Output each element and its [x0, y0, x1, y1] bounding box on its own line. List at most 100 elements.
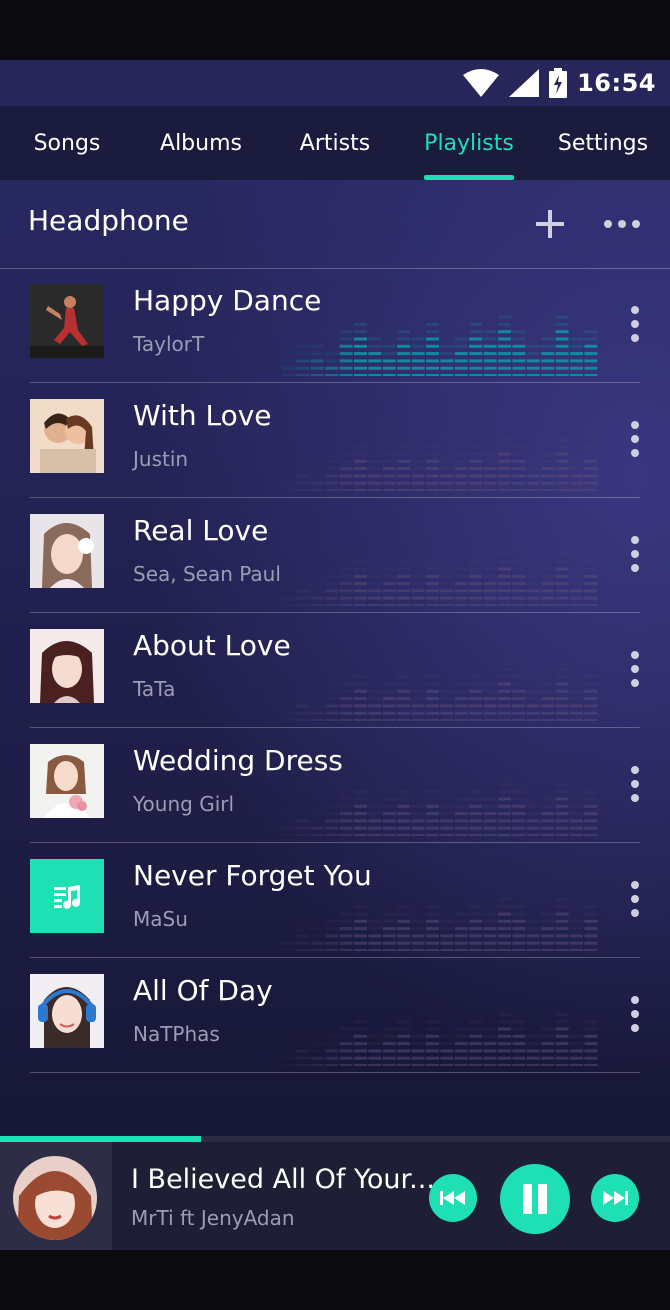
equalizer-bar: [426, 790, 439, 794]
equalizer-bar: [570, 374, 583, 376]
equalizer-bar: [541, 812, 555, 816]
album-art-bride: [30, 744, 104, 818]
more-vertical-icon[interactable]: [620, 304, 650, 344]
equalizer-bar: [426, 711, 439, 715]
song-row[interactable]: Wedding Dress Young Girl: [0, 728, 670, 843]
now-playing-avatar[interactable]: [13, 1156, 97, 1240]
equalizer-bar: [498, 1049, 511, 1053]
equalizer-bar: [325, 589, 339, 593]
equalizer-bar: [397, 560, 411, 564]
song-title: With Love: [133, 399, 272, 432]
equalizer-bar: [483, 711, 497, 715]
equalizer-bar: [382, 719, 396, 721]
equalizer-bar: [584, 366, 598, 370]
more-vertical-icon[interactable]: [620, 649, 650, 689]
equalizer-bar: [426, 949, 439, 951]
equalizer-bar: [310, 1056, 324, 1060]
equalizer-bar: [354, 919, 367, 923]
more-horizontal-icon[interactable]: [598, 212, 646, 236]
equalizer-bar: [426, 1049, 439, 1053]
equalizer-bar: [512, 927, 526, 931]
equalizer-bar: [541, 927, 555, 931]
equalizer-bar: [354, 1064, 367, 1066]
tab-settings[interactable]: Settings: [536, 106, 670, 180]
tab-playlists[interactable]: Playlists: [402, 106, 536, 180]
song-artist: Sea, Sean Paul: [133, 562, 281, 586]
plus-icon[interactable]: [532, 206, 568, 242]
tab-albums[interactable]: Albums: [134, 106, 268, 180]
equalizer-bar: [325, 689, 339, 693]
equalizer-bar: [469, 337, 483, 341]
equalizer-bar: [498, 834, 511, 836]
song-row[interactable]: With Love Justin: [0, 383, 670, 498]
equalizer-bar: [339, 574, 353, 578]
equalizer-bar: [498, 445, 511, 449]
equalizer-bar: [368, 719, 382, 721]
equalizer-bar: [354, 567, 367, 571]
equalizer-bar: [397, 1064, 411, 1066]
equalizer-bar: [440, 574, 454, 578]
equalizer-bar: [498, 711, 511, 715]
more-vertical-icon[interactable]: [620, 764, 650, 804]
equalizer-bar: [354, 797, 367, 801]
more-vertical-icon[interactable]: [620, 534, 650, 574]
song-row[interactable]: All Of Day NaTPhas: [0, 958, 670, 1073]
tab-songs[interactable]: Songs: [0, 106, 134, 180]
song-row[interactable]: Happy Dance TaylorT: [0, 268, 670, 383]
next-button[interactable]: [591, 1174, 639, 1222]
pause-icon: [523, 1184, 547, 1214]
equalizer-bar: [526, 459, 540, 463]
equalizer-bar: [354, 322, 367, 326]
equalizer-bar: [368, 934, 382, 938]
equalizer-bar: [541, 919, 555, 923]
equalizer-bar: [411, 366, 425, 370]
equalizer-bar: [555, 366, 569, 370]
equalizer-visual: [282, 315, 598, 376]
equalizer-bar: [310, 481, 324, 485]
equalizer-bar: [368, 366, 382, 370]
more-vertical-icon[interactable]: [620, 994, 650, 1034]
equalizer-bar: [296, 474, 310, 478]
tab-artists[interactable]: Artists: [268, 106, 402, 180]
equalizer-bar: [411, 919, 425, 923]
equalizer-bar: [469, 697, 483, 701]
now-playing-bar[interactable]: I Believed All Of Your... MrTi ft JenyAd…: [0, 1136, 670, 1250]
equalizer-bar: [440, 366, 454, 370]
equalizer-bar: [382, 1042, 396, 1046]
tab-settings-label: Settings: [557, 130, 649, 156]
song-row[interactable]: About Love TaTa: [0, 613, 670, 728]
previous-button[interactable]: [429, 1174, 477, 1222]
equalizer-bar: [368, 459, 382, 463]
equalizer-bar: [454, 481, 468, 485]
equalizer-bar: [512, 719, 526, 721]
equalizer-bar: [498, 826, 511, 830]
equalizer-bar: [570, 834, 583, 836]
equalizer-bar: [469, 1034, 483, 1038]
equalizer-bar: [541, 337, 555, 341]
equalizer-bar: [426, 560, 439, 564]
song-row[interactable]: Real Love Sea, Sean Paul: [0, 498, 670, 613]
equalizer-bar: [411, 689, 425, 693]
equalizer-bar: [426, 905, 439, 909]
equalizer-bar: [512, 337, 526, 341]
equalizer-bar: [483, 452, 497, 456]
equalizer-bar: [282, 589, 295, 592]
more-vertical-icon[interactable]: [620, 419, 650, 459]
previous-icon: [440, 1191, 465, 1205]
equalizer-bar: [541, 689, 555, 693]
equalizer-bar: [282, 489, 295, 491]
equalizer-bar: [584, 682, 598, 686]
equalizer-bar: [454, 467, 468, 471]
equalizer-bar: [584, 1056, 598, 1060]
equalizer-bar: [512, 366, 526, 370]
equalizer-bar: [526, 1064, 540, 1066]
equalizer-bar: [397, 330, 411, 334]
equalizer-bar: [555, 927, 569, 931]
equalizer-bar: [498, 481, 511, 485]
song-row[interactable]: Never Forget You MaSu: [0, 843, 670, 958]
equalizer-bar: [526, 1042, 540, 1046]
equalizer-bar: [282, 834, 295, 836]
pause-button[interactable]: [500, 1164, 570, 1234]
equalizer-bar: [512, 804, 526, 808]
more-vertical-icon[interactable]: [620, 879, 650, 919]
